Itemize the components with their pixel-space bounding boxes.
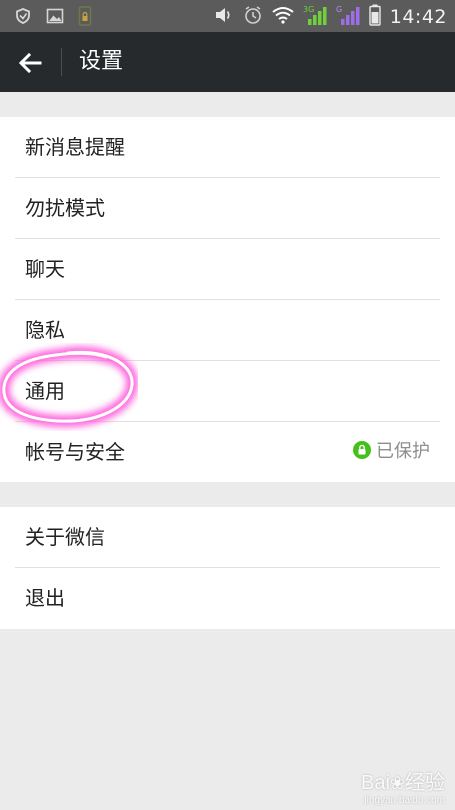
settings-item-label: 关于微信: [25, 525, 105, 549]
status-bar-right: 3G G 14:42: [214, 4, 447, 30]
settings-item-label: 新消息提醒: [25, 135, 125, 159]
settings-group-secondary: 关于微信 退出: [0, 507, 455, 629]
settings-item-label: 通用: [25, 379, 65, 403]
settings-item-new-message-notify[interactable]: 新消息提醒: [0, 117, 455, 178]
image-icon: [46, 7, 64, 29]
signal-3g-icon: 3G: [303, 4, 327, 30]
battery-icon: [369, 4, 381, 30]
watermark-brand: Bai: [361, 772, 390, 794]
title-divider: [61, 48, 62, 76]
page-title: 设置: [79, 49, 124, 74]
signal-g-label: G: [336, 5, 342, 14]
alarm-icon: [243, 5, 263, 29]
status-bar: 3G G 14:42: [0, 0, 455, 32]
account-protected-status: 已保护: [353, 440, 430, 464]
settings-item-label: 退出: [25, 586, 65, 610]
settings-item-do-not-disturb[interactable]: 勿扰模式: [0, 178, 455, 239]
watermark-url: jingyan.baidu.com: [364, 795, 445, 806]
settings-group-main: 新消息提醒 勿扰模式 聊天 隐私 通用 帐号与安全 已保护: [0, 117, 455, 482]
settings-item-label: 帐号与安全: [25, 440, 125, 464]
watermark-brand-suffix: 经验: [405, 772, 445, 794]
shield-icon: [14, 7, 32, 29]
signal-g-icon: G: [336, 4, 360, 30]
paw-icon: ❀: [389, 773, 405, 793]
settings-item-about-wechat[interactable]: 关于微信: [0, 507, 455, 568]
status-bar-time: 14:42: [389, 6, 447, 28]
title-bar: 设置: [0, 32, 455, 92]
volume-icon: [214, 6, 234, 28]
signal-3g-label: 3G: [303, 5, 314, 14]
settings-item-account-security[interactable]: 帐号与安全 已保护: [0, 422, 455, 483]
settings-item-general[interactable]: 通用: [0, 361, 455, 422]
settings-item-privacy[interactable]: 隐私: [0, 300, 455, 361]
settings-item-chat[interactable]: 聊天: [0, 239, 455, 300]
phone-lock-icon: [78, 6, 92, 30]
wifi-icon: [272, 6, 294, 28]
back-button[interactable]: [0, 32, 60, 92]
baidu-jingyan-watermark: Bai❀经验 jingyan.baidu.com: [361, 766, 445, 806]
settings-item-label: 聊天: [25, 257, 65, 281]
status-bar-left: [14, 6, 92, 30]
protected-status-text: 已保护: [376, 441, 430, 462]
settings-item-label: 隐私: [25, 318, 65, 342]
settings-item-label: 勿扰模式: [25, 196, 105, 220]
back-arrow-icon[interactable]: [18, 52, 42, 74]
settings-item-logout[interactable]: 退出: [0, 568, 455, 629]
lock-icon: [353, 441, 371, 463]
